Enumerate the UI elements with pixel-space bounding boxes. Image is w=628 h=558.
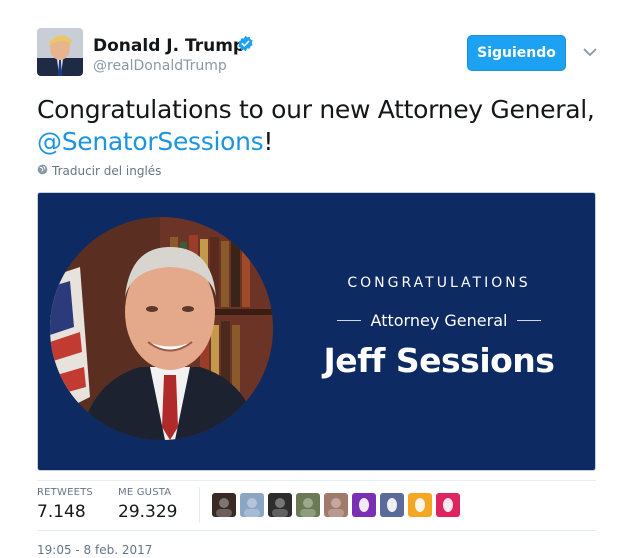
liker-avatar-1[interactable] — [212, 493, 236, 517]
person-name: Jeff Sessions — [323, 341, 555, 380]
liker-avatar-3[interactable] — [268, 493, 292, 517]
translate-label: Traducir del inglés — [52, 164, 162, 178]
divider — [37, 530, 596, 531]
retweets-count: 7.148 — [37, 502, 86, 522]
liker-avatar-6[interactable] — [352, 493, 376, 517]
chevron-down-icon[interactable] — [583, 44, 597, 57]
liker-avatar-7[interactable] — [380, 493, 404, 517]
role-label: Attorney General — [370, 311, 508, 330]
globe-icon — [37, 164, 48, 178]
verified-badge-icon — [237, 35, 254, 52]
mention-link[interactable]: @SenatorSessions — [37, 127, 264, 156]
congrats-heading: CONGRATULATIONS — [347, 275, 531, 291]
likes-stat[interactable]: ME GUSTA 29.329 — [118, 487, 177, 522]
author-avatar[interactable] — [37, 28, 83, 76]
divider — [37, 480, 596, 481]
divider-line-left — [336, 320, 361, 321]
tweet-media-image[interactable]: CONGRATULATIONS Attorney General Jeff Se… — [37, 192, 596, 471]
author-display-name[interactable]: Donald J. Trump — [93, 36, 245, 56]
retweets-stat[interactable]: RETWEETS 7.148 — [37, 487, 93, 522]
likes-label: ME GUSTA — [118, 487, 172, 498]
liker-avatar-4[interactable] — [296, 493, 320, 517]
liker-avatar-8[interactable] — [408, 493, 432, 517]
liker-avatar-9[interactable] — [436, 493, 460, 517]
following-button[interactable]: Siguiendo — [467, 35, 566, 71]
liker-avatar-5[interactable] — [324, 493, 348, 517]
portrait-photo — [50, 217, 273, 440]
divider-line-right — [517, 320, 542, 321]
translate-link[interactable]: Traducir del inglés — [37, 164, 161, 178]
tweet-text-end: ! — [263, 127, 274, 156]
stats-separator — [199, 487, 200, 523]
author-handle[interactable]: @realDonaldTrump — [93, 58, 227, 74]
tweet-text-body: Congratulations to our new Attorney Gene… — [37, 95, 595, 124]
tweet-timestamp[interactable]: 19:05 - 8 feb. 2017 — [37, 543, 152, 557]
tweet-text: Congratulations to our new Attorney Gene… — [37, 94, 597, 158]
retweets-label: RETWEETS — [37, 487, 93, 498]
likers-avatar-list — [212, 493, 460, 517]
liker-avatar-2[interactable] — [240, 493, 264, 517]
likes-count: 29.329 — [118, 502, 178, 522]
role-row: Attorney General — [283, 311, 595, 330]
